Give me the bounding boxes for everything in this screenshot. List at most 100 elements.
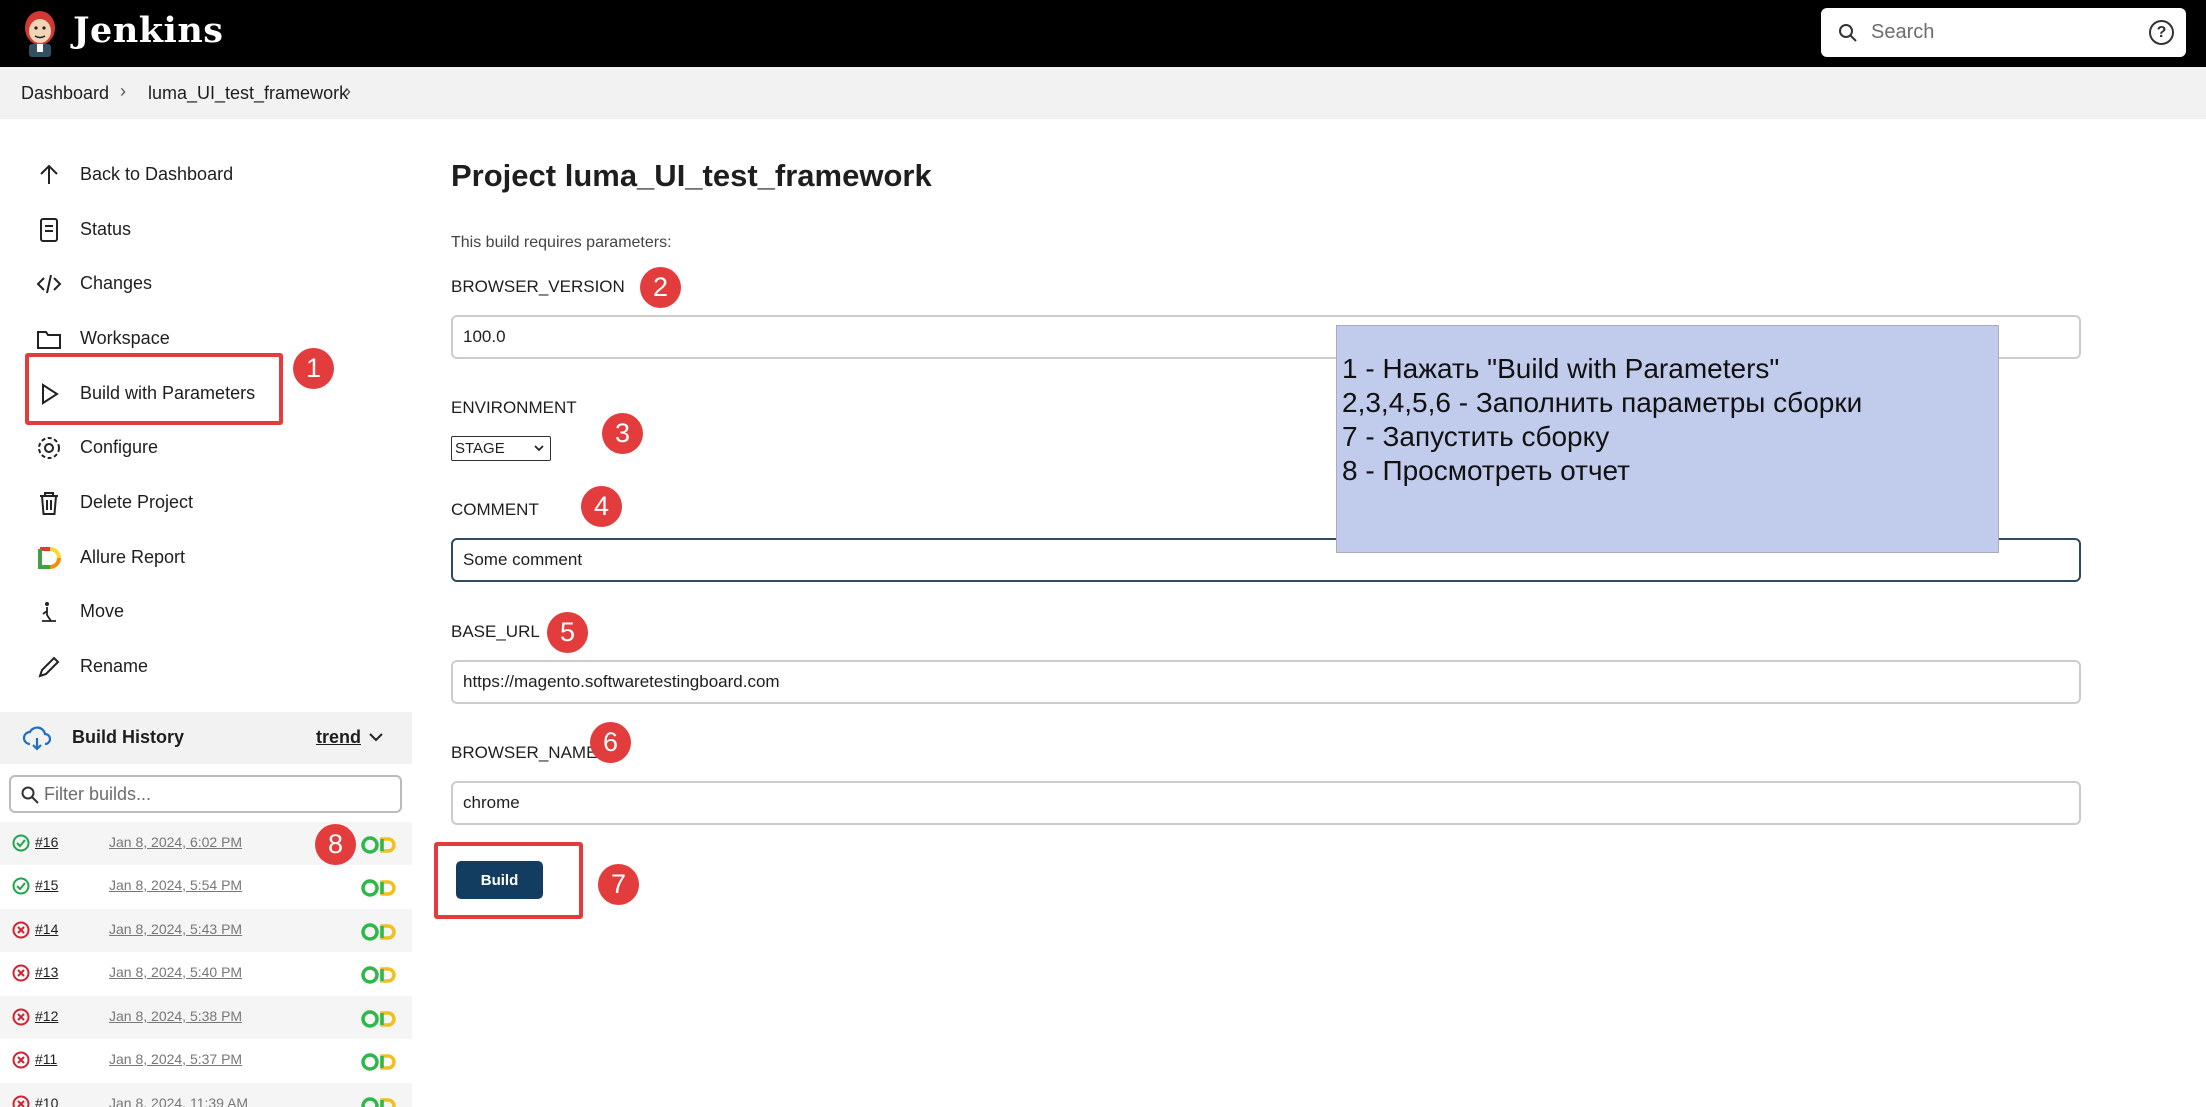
document-icon	[40, 218, 58, 242]
build-row[interactable]: #11 Jan 8, 2024, 5:37 PM	[0, 1039, 412, 1082]
allure-report-icon[interactable]	[360, 1052, 400, 1072]
failed-status-icon	[12, 1095, 30, 1107]
build-date-link[interactable]: Jan 8, 2024, 5:38 PM	[109, 1008, 242, 1024]
browser-version-label: BROWSER_VERSION	[451, 277, 625, 296]
build-number-link[interactable]: #10	[35, 1095, 58, 1107]
environment-select[interactable]: STAGE	[451, 436, 551, 461]
task-status[interactable]: Status	[26, 209, 286, 249]
build-number-link[interactable]: #16	[35, 834, 58, 850]
search-box[interactable]: ?	[1821, 8, 2186, 57]
breadcrumb-project[interactable]: luma_UI_test_framework	[148, 83, 348, 104]
task-label: Back to Dashboard	[80, 164, 234, 184]
build-number-link[interactable]: #15	[35, 877, 58, 893]
failed-status-icon	[12, 921, 30, 939]
task-label: Rename	[80, 656, 149, 676]
task-delete-project[interactable]: Delete Project	[26, 482, 286, 522]
build-number-link[interactable]: #12	[35, 1008, 58, 1024]
chevron-down-icon	[534, 445, 544, 452]
allure-report-icon[interactable]	[360, 835, 400, 855]
note-line: 1 - Нажать "Build with Parameters"	[1342, 353, 1780, 384]
build-history-header: Build History trend	[0, 712, 412, 764]
task-configure[interactable]: Configure	[26, 427, 286, 467]
build-date-link[interactable]: Jan 8, 2024, 6:02 PM	[109, 834, 242, 850]
chevron-down-icon[interactable]	[369, 732, 383, 742]
task-changes[interactable]: Changes	[26, 263, 286, 303]
jenkins-logo[interactable]	[20, 6, 60, 58]
build-date-link[interactable]: Jan 8, 2024, 11:39 AM	[109, 1095, 248, 1107]
task-label: Move	[80, 601, 125, 621]
help-icon[interactable]: ?	[2149, 20, 2174, 45]
step-badge-5: 5	[547, 612, 588, 653]
allure-report-icon[interactable]	[360, 878, 400, 898]
build-row[interactable]: #15 Jan 8, 2024, 5:54 PM	[0, 865, 412, 908]
failed-status-icon	[12, 964, 30, 982]
step-badge-4: 4	[581, 486, 622, 527]
step-badge-7: 7	[598, 864, 639, 905]
task-label: Configure	[80, 437, 159, 457]
pencil-icon	[38, 656, 60, 678]
task-rename[interactable]: Rename	[26, 646, 286, 686]
build-date-link[interactable]: Jan 8, 2024, 5:40 PM	[109, 964, 242, 980]
build-number-link[interactable]: #14	[35, 921, 58, 937]
code-icon	[36, 274, 62, 294]
trash-icon	[40, 492, 58, 515]
page-title: Project luma_UI_test_framework	[451, 158, 932, 193]
build-number-link[interactable]: #13	[35, 964, 58, 980]
task-workspace[interactable]: Workspace	[26, 318, 286, 358]
task-allure-report[interactable]: Allure Report	[26, 537, 286, 577]
base-url-input[interactable]	[451, 660, 2081, 704]
browser-name-label: BROWSER_NAME	[451, 743, 598, 762]
search-input[interactable]	[1871, 16, 2121, 49]
build-number-link[interactable]: #11	[35, 1051, 57, 1067]
task-move[interactable]: Move	[26, 591, 286, 631]
filter-builds-input[interactable]	[44, 782, 374, 806]
note-line: 8 - Просмотреть отчет	[1342, 455, 1630, 486]
step-badge-2: 2	[640, 267, 681, 308]
gear-icon	[38, 437, 60, 459]
success-status-icon	[12, 877, 30, 895]
requires-parameters-text: This build requires parameters:	[451, 234, 672, 251]
allure-report-icon[interactable]	[360, 965, 400, 985]
step-badge-8: 8	[315, 824, 356, 865]
build-row[interactable]: #14 Jan 8, 2024, 5:43 PM	[0, 909, 412, 952]
chevron-right-icon: ›	[120, 81, 126, 101]
comment-label: COMMENT	[451, 500, 539, 519]
allure-report-icon[interactable]	[360, 1009, 400, 1029]
failed-status-icon	[12, 1008, 30, 1026]
trend-link[interactable]: trend	[316, 727, 361, 748]
note-line: 7 - Запустить сборку	[1342, 421, 1610, 452]
task-label: Changes	[80, 273, 153, 293]
task-label: Workspace	[80, 328, 170, 348]
chevron-right-icon[interactable]: ›	[345, 81, 351, 102]
base-url-label: BASE_URL	[451, 622, 540, 641]
top-header: Jenkins ?	[0, 0, 2206, 67]
build-row[interactable]: #12 Jan 8, 2024, 5:38 PM	[0, 996, 412, 1039]
build-date-link[interactable]: Jan 8, 2024, 5:37 PM	[109, 1051, 242, 1067]
arrow-up-icon	[40, 164, 58, 184]
build-row[interactable]: #13 Jan 8, 2024, 5:40 PM	[0, 952, 412, 995]
note-line: 2,3,4,5,6 - Заполнить параметры сборки	[1342, 387, 1863, 418]
search-icon	[1839, 24, 1857, 42]
folder-icon	[37, 331, 61, 349]
success-status-icon	[12, 834, 30, 852]
browser-name-input[interactable]	[451, 781, 2081, 825]
highlight-build-with-parameters	[25, 353, 283, 425]
allure-report-icon[interactable]	[360, 1096, 400, 1107]
breadcrumb: Dashboard › luma_UI_test_framework ›	[0, 67, 2206, 119]
step-badge-1: 1	[293, 348, 334, 389]
build-date-link[interactable]: Jan 8, 2024, 5:54 PM	[109, 877, 242, 893]
brand-name[interactable]: Jenkins	[73, 10, 223, 51]
breadcrumb-dashboard[interactable]: Dashboard	[21, 83, 109, 104]
step-badge-3: 3	[602, 413, 643, 454]
instructions-note: 1 - Нажать "Build with Parameters" 2,3,4…	[1336, 325, 1999, 553]
task-back-to-dashboard[interactable]: Back to Dashboard	[26, 154, 286, 194]
environment-selected-value: STAGE	[455, 440, 505, 457]
search-icon	[21, 786, 39, 804]
build-history-title: Build History	[72, 727, 185, 747]
allure-report-icon[interactable]	[360, 922, 400, 942]
build-row[interactable]: #10 Jan 8, 2024, 11:39 AM	[0, 1083, 412, 1107]
build-date-link[interactable]: Jan 8, 2024, 5:43 PM	[109, 921, 242, 937]
move-icon	[42, 602, 56, 622]
task-label: Delete Project	[80, 492, 194, 512]
filter-builds-box[interactable]	[9, 775, 402, 813]
